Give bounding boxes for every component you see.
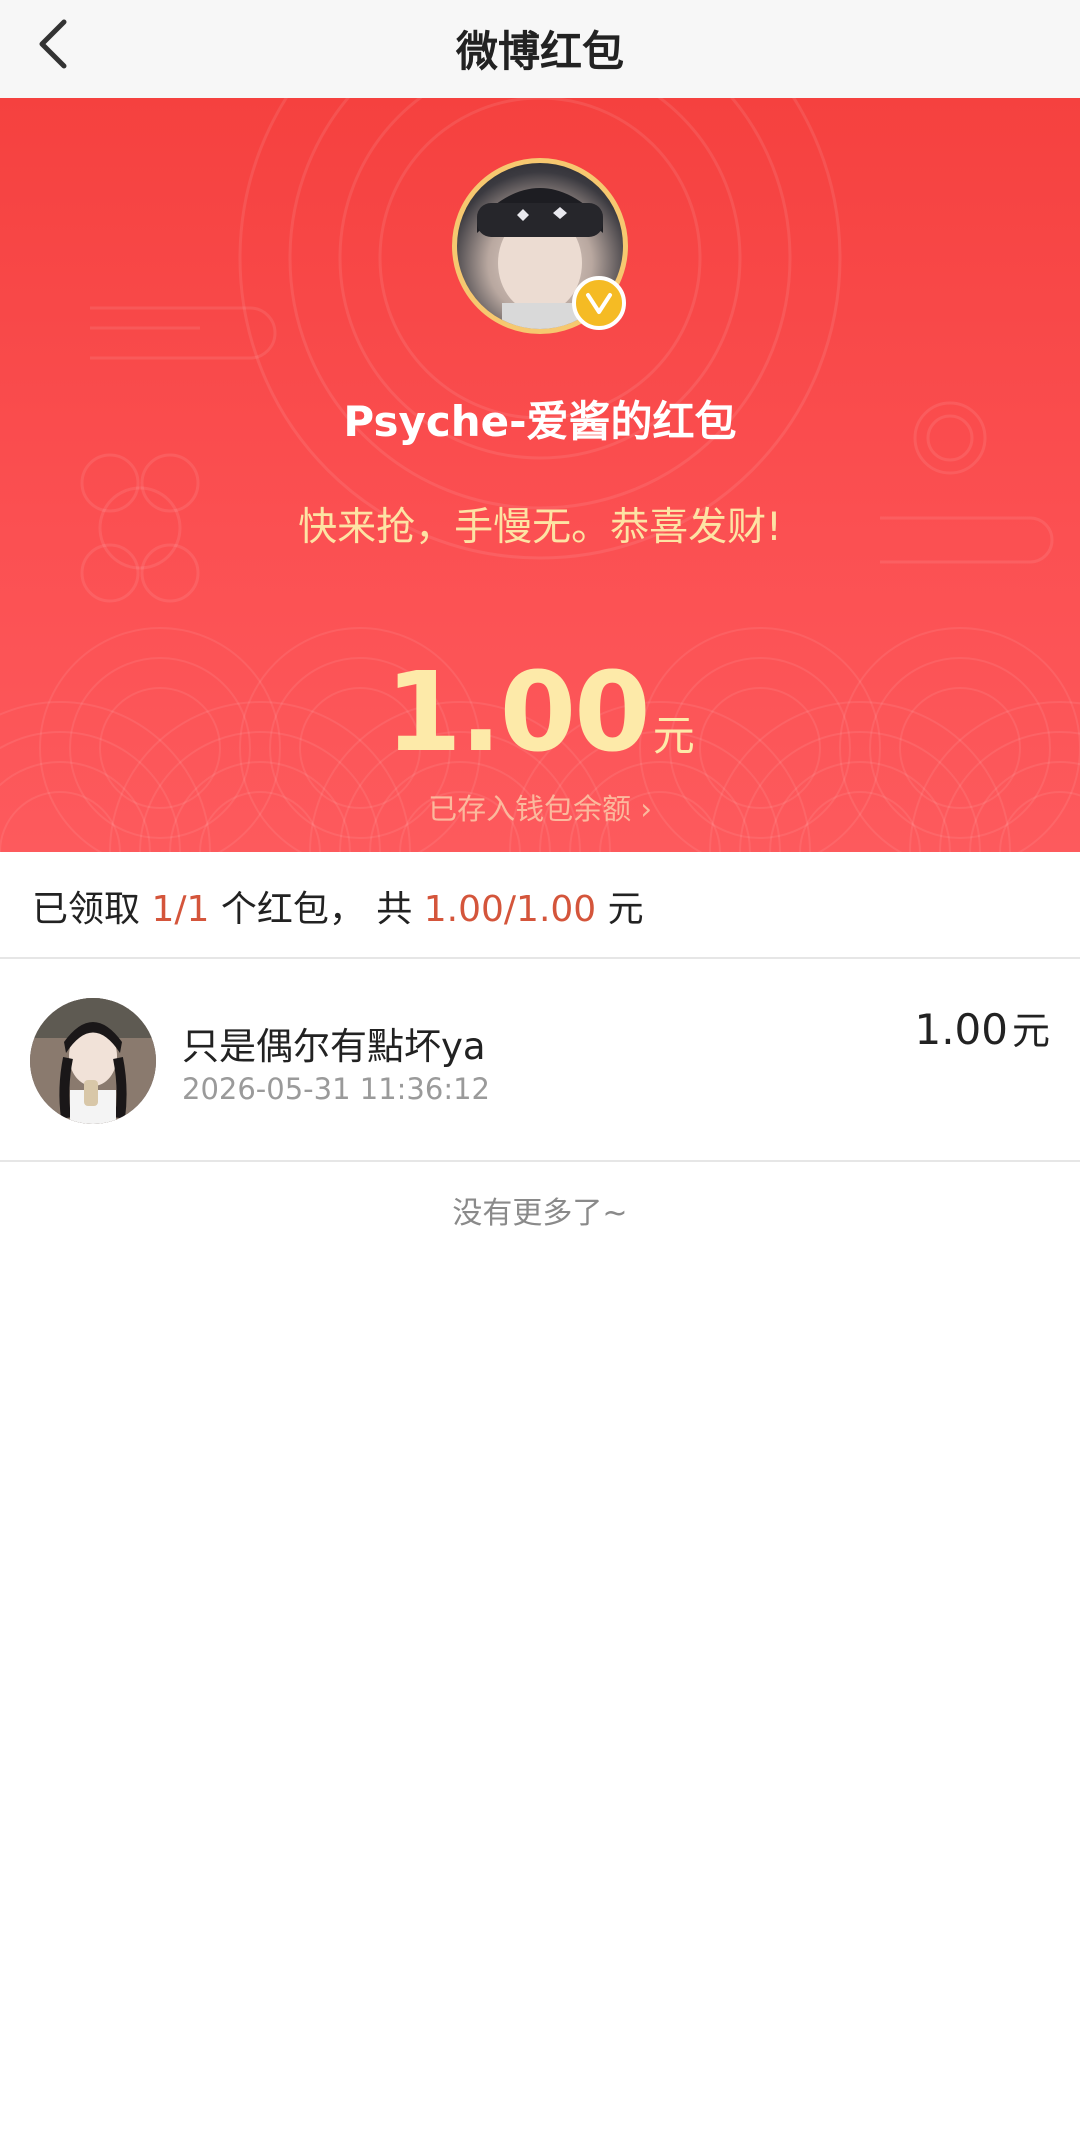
claimed-count: 1/1 [151, 889, 210, 930]
avatar-portrait [30, 998, 156, 1124]
summary-middle: 个红包， 共 [220, 889, 413, 930]
sender-avatar-wrapper [452, 158, 628, 334]
summary-suffix: 元 [607, 889, 644, 930]
receiver-name: 只是偶尔有點坏ya [182, 1025, 486, 1068]
amount-unit: 元 [652, 711, 695, 760]
sender-name: Psyche-爱酱的红包 [343, 397, 737, 446]
greeting-message: 快来抢，手慢无。恭喜发财! [298, 505, 782, 550]
top-nav-bar: 微博红包 [0, 0, 1080, 98]
wallet-link-label: 已存入钱包余额 [428, 792, 632, 826]
wallet-balance-link[interactable]: 已存入钱包余额 › [0, 786, 1080, 828]
receive-time: 2026-05-31 11:36:12 [182, 1072, 490, 1106]
amount-value: 1.00 [385, 648, 650, 776]
red-packet-header: Psyche-爱酱的红包 快来抢，手慢无。恭喜发财! 1.00元 已存入钱包余额… [0, 98, 1080, 852]
red-packet-page: 微博红包 Psyche-爱酱的红包 快来抢，手慢无。恭喜发财! 1.00元 已存… [0, 0, 1080, 2150]
chevron-right-icon: › [640, 792, 652, 826]
verified-badge [572, 276, 626, 330]
claimed-total: 1.00/1.00 [423, 889, 597, 930]
divider [0, 1160, 1080, 1162]
receive-amount-value: 1.00 [914, 1005, 1008, 1054]
summary-prefix: 已领取 [32, 889, 141, 930]
list-item[interactable]: 只是偶尔有點坏ya 2026-05-31 11:36:12 1.00 元 [0, 960, 1080, 1160]
receive-amount: 1.00 元 [914, 1000, 1050, 1055]
receive-amount-unit: 元 [1011, 1009, 1050, 1053]
divider [0, 957, 1080, 959]
page-title: 微博红包 [455, 27, 624, 76]
avatar[interactable] [30, 998, 156, 1124]
verified-icon [586, 293, 612, 314]
received-amount: 1.00元 [0, 648, 1080, 776]
no-more-text: 没有更多了~ [452, 1196, 628, 1231]
claim-summary: 已领取 1/1 个红包， 共 1.00/1.00 元 [32, 880, 644, 932]
